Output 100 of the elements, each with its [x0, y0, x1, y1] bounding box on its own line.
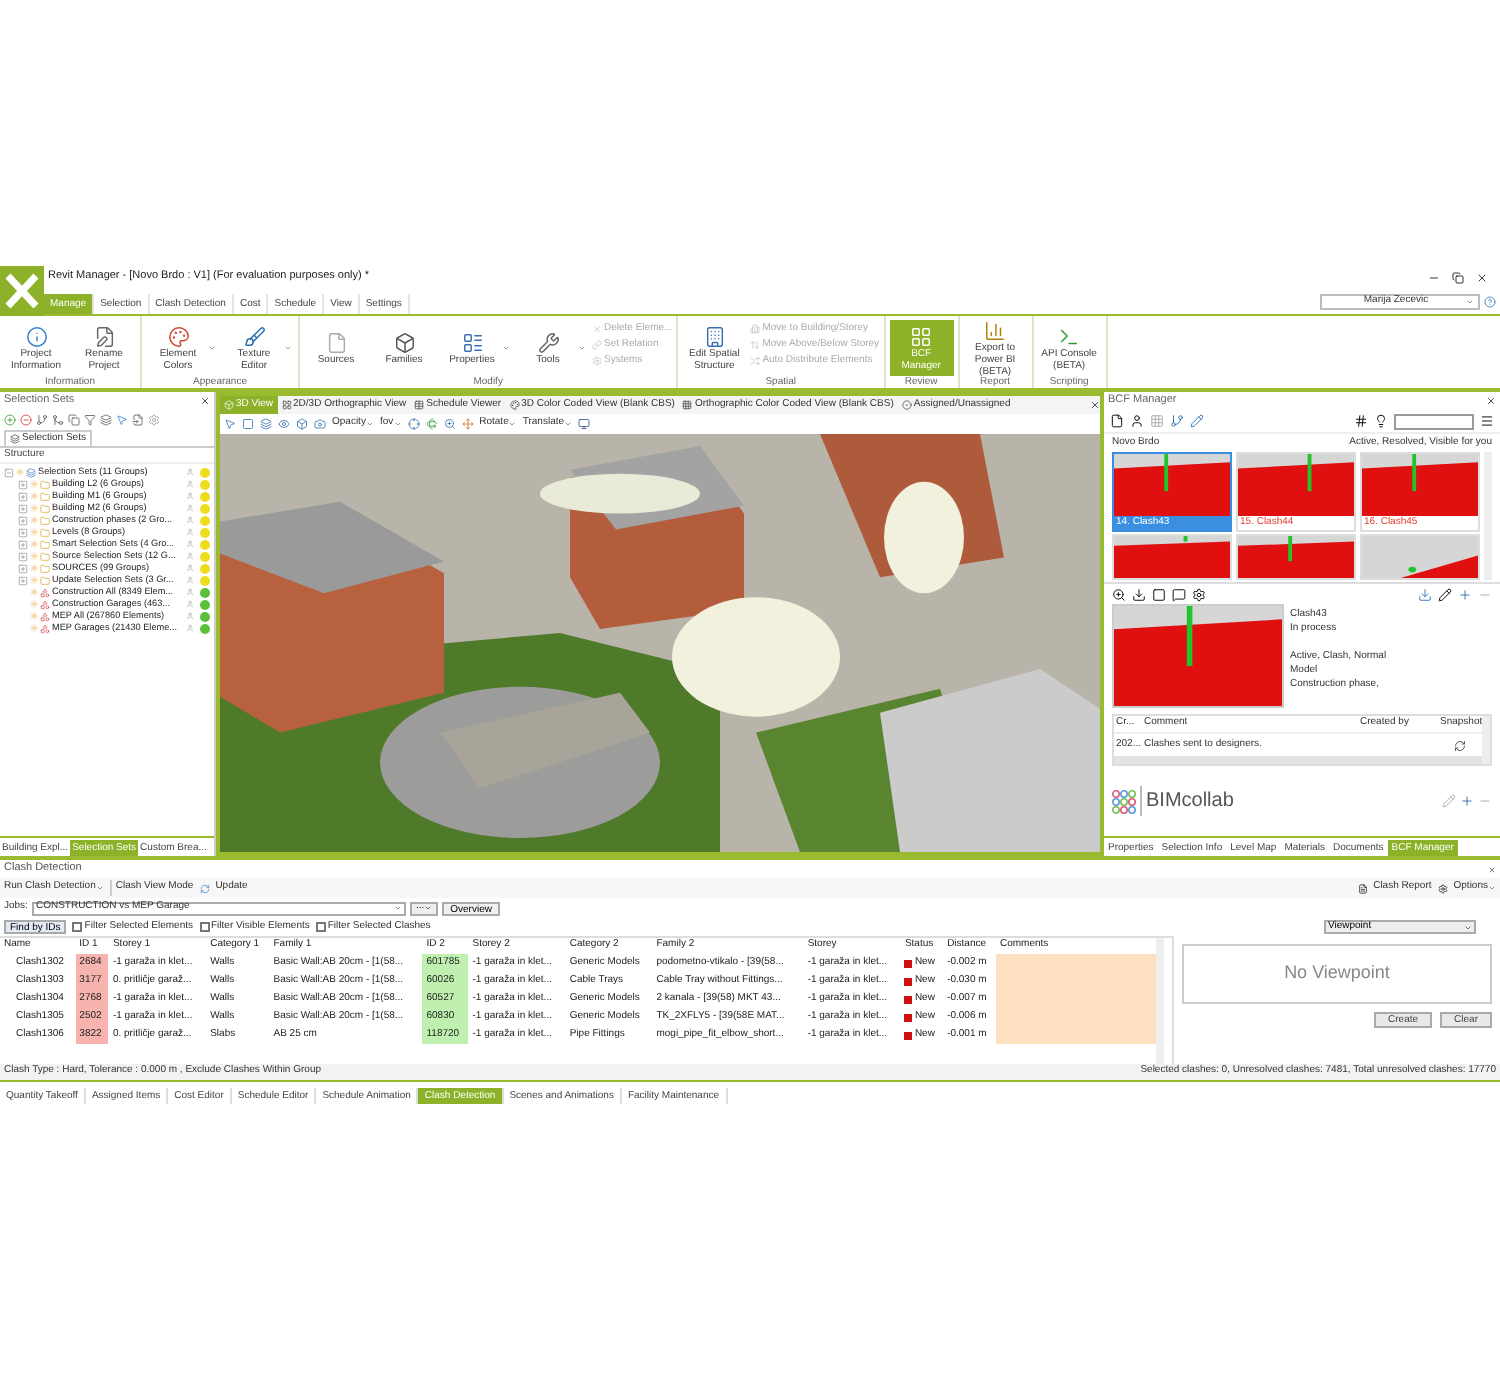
camera-icon[interactable] — [314, 418, 326, 430]
monitor-icon[interactable] — [578, 418, 591, 430]
sun-icon — [30, 564, 38, 572]
branch-icon[interactable] — [1170, 414, 1184, 428]
grid-icon — [682, 400, 693, 410]
merge-icon[interactable] — [52, 414, 64, 426]
download-icon[interactable] — [1132, 587, 1146, 601]
expand-icon[interactable] — [18, 563, 28, 573]
sun-icon — [30, 516, 38, 524]
comment-cell[interactable] — [996, 954, 1156, 972]
table-icon — [414, 400, 425, 410]
checkbox[interactable] — [315, 922, 326, 932]
sun-icon — [30, 492, 38, 500]
layers-icon — [26, 467, 36, 477]
expand-icon[interactable] — [18, 539, 28, 549]
status-square-icon — [904, 977, 913, 985]
brush-icon[interactable] — [243, 325, 265, 347]
sun-icon — [30, 600, 38, 608]
minimize-icon[interactable] — [1428, 271, 1440, 283]
help-icon[interactable] — [1484, 296, 1496, 308]
pointer-icon[interactable] — [116, 414, 128, 426]
status-square-icon — [904, 1031, 913, 1039]
grid-icon[interactable] — [1150, 414, 1164, 428]
search-field[interactable] — [1394, 413, 1474, 429]
user-icon[interactable] — [1130, 414, 1144, 428]
sun-icon — [30, 528, 38, 536]
expand-icon[interactable] — [18, 575, 28, 585]
palette-icon — [509, 400, 520, 410]
info-icon[interactable] — [25, 325, 47, 347]
eye-icon[interactable] — [278, 418, 290, 430]
building-icon[interactable] — [703, 325, 726, 347]
import-icon[interactable] — [132, 414, 144, 426]
plus-icon[interactable] — [4, 414, 16, 426]
sun-icon — [30, 612, 38, 620]
pointer-icon[interactable] — [224, 418, 236, 430]
palette-icon[interactable] — [167, 325, 189, 347]
sun-icon — [30, 540, 38, 548]
lightbulb-icon[interactable] — [1374, 414, 1388, 428]
layers-icon[interactable] — [100, 414, 112, 426]
issue-thumbnail[interactable] — [1236, 534, 1356, 580]
checkbox[interactable] — [199, 922, 209, 932]
close-icon[interactable] — [1476, 271, 1488, 283]
restore-icon[interactable] — [1452, 271, 1464, 283]
collapse-icon[interactable] — [4, 467, 14, 477]
issue-thumbnail[interactable] — [1112, 534, 1232, 580]
expand-icon[interactable] — [18, 479, 28, 489]
list-icon[interactable] — [461, 331, 483, 353]
logo-icon — [1112, 789, 1136, 813]
status-square-icon — [904, 959, 913, 967]
status-square-icon — [904, 995, 913, 1003]
crosshair-icon[interactable] — [407, 418, 420, 430]
scrollbar[interactable] — [1156, 938, 1164, 1064]
copy-icon[interactable] — [68, 414, 80, 426]
zoom-icon[interactable] — [1112, 587, 1126, 601]
wrench-icon[interactable] — [537, 331, 559, 353]
status-square-icon — [904, 1013, 913, 1021]
menu-icon[interactable] — [1480, 414, 1494, 428]
sun-icon — [16, 468, 24, 476]
expand-icon[interactable] — [18, 515, 28, 525]
cube-icon[interactable] — [296, 418, 308, 430]
sun-icon — [30, 504, 38, 512]
filter-icon[interactable] — [84, 414, 96, 426]
comment-icon[interactable] — [1172, 587, 1186, 601]
empty-message: No Viewpoint — [1284, 960, 1390, 987]
sun-icon — [30, 576, 38, 584]
expand-icon[interactable] — [18, 491, 28, 501]
cube-icon — [224, 400, 234, 410]
hash-icon[interactable] — [1354, 414, 1368, 428]
file-icon[interactable] — [1110, 414, 1124, 428]
branch-icon[interactable] — [36, 414, 48, 426]
gear-icon[interactable] — [1192, 587, 1206, 601]
square-icon[interactable] — [242, 418, 254, 430]
comment-cell[interactable] — [996, 1026, 1156, 1044]
plus-icon[interactable] — [1460, 794, 1474, 808]
scrollbar[interactable] — [1114, 756, 1482, 764]
scrollbar[interactable] — [1482, 716, 1490, 764]
grid-icon[interactable] — [910, 325, 933, 347]
grid-icon — [281, 400, 292, 410]
snapshot-icon[interactable] — [1454, 739, 1466, 751]
move-icon[interactable] — [461, 418, 474, 430]
expand-icon[interactable] — [18, 503, 28, 513]
pen-icon[interactable] — [1438, 587, 1452, 601]
refresh-icon[interactable] — [199, 883, 210, 893]
chart-icon[interactable] — [984, 319, 1007, 341]
check-circle-icon — [901, 400, 912, 410]
report-icon[interactable] — [1357, 883, 1368, 893]
expand-icon[interactable] — [18, 527, 28, 537]
checkbox[interactable] — [72, 922, 83, 932]
square-icon[interactable] — [1152, 587, 1166, 601]
box-icon[interactable] — [393, 331, 415, 353]
file-pen-icon[interactable] — [93, 325, 115, 347]
rotate-icon[interactable] — [425, 418, 438, 430]
terminal-icon[interactable] — [1058, 325, 1081, 347]
expand-icon[interactable] — [18, 551, 28, 561]
plus-icon[interactable] — [1458, 587, 1472, 601]
issue-thumbnail[interactable] — [1360, 534, 1480, 580]
sun-icon — [30, 624, 38, 632]
layers-icon[interactable] — [260, 418, 272, 430]
brand-name: BIMcollab — [1140, 786, 1234, 816]
minus-icon[interactable] — [20, 414, 32, 426]
